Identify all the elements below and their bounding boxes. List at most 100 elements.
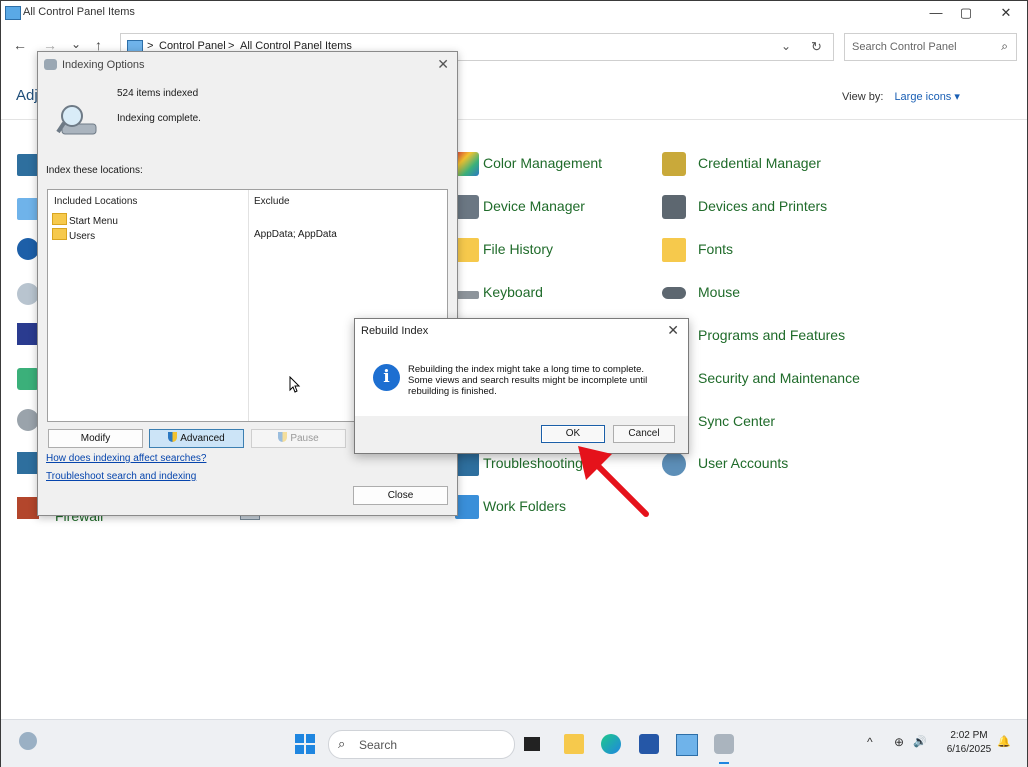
work-folders-icon — [455, 495, 479, 519]
firewall-icon[interactable] — [17, 497, 39, 519]
indexing-magnifier-icon — [56, 105, 97, 135]
cp-item-label: Security and Maintenance — [698, 370, 860, 386]
indexing-dialog-title: Indexing Options — [62, 59, 145, 71]
cp-item-label: Programs and Features — [698, 327, 846, 343]
pause-button[interactable]: Pause — [251, 429, 346, 448]
refresh-icon[interactable]: ↻ — [811, 39, 822, 55]
rebuild-message: Rebuilding the index might take a long t… — [408, 364, 648, 397]
maximize-button[interactable]: ▢ — [946, 3, 986, 23]
cp-item-label: Keyboard — [483, 284, 543, 300]
cp-item-mouse[interactable]: Mouse — [662, 279, 882, 307]
search-box[interactable]: Search Control Panel ⌕ — [844, 33, 1017, 61]
cp-item-sync-center[interactable]: Sync Center — [662, 408, 882, 436]
devices-printers-icon — [662, 195, 686, 219]
cp-item-programs-features[interactable]: Programs and Features — [662, 322, 882, 350]
cp-item-label: Credential Manager — [698, 155, 821, 171]
modify-button[interactable]: Modify — [48, 429, 143, 448]
red-arrow-annotation — [578, 446, 649, 517]
cp-item-label: Color Management — [483, 155, 603, 171]
taskbar-search[interactable]: ⌕ Search — [328, 730, 515, 759]
rebuild-index-dialog: Rebuild Index ✕ i Rebuilding the index m… — [354, 318, 689, 454]
clock-time: 2:02 PM — [950, 730, 988, 741]
store-icon[interactable] — [639, 734, 659, 754]
credential-manager-icon — [662, 152, 686, 176]
volume-icon[interactable]: 🔊 — [913, 735, 927, 748]
info-icon: i — [373, 364, 400, 391]
cp-item-credential-manager[interactable]: Credential Manager — [662, 150, 882, 178]
cp-item-fonts[interactable]: Fonts — [662, 236, 882, 264]
cp-item-label: User Accounts — [698, 455, 789, 471]
left-column-icon[interactable] — [17, 409, 39, 431]
cp-item-keyboard[interactable]: Keyboard — [455, 279, 655, 307]
troubleshoot-link[interactable]: Troubleshoot search and indexing — [46, 471, 196, 482]
close-window-button[interactable]: ✕ — [986, 3, 1026, 23]
view-by-dropdown[interactable]: Large icons ▾ — [894, 91, 959, 103]
indexing-taskbar-icon[interactable] — [714, 734, 734, 754]
cp-item-user-accounts[interactable]: User Accounts — [662, 450, 882, 478]
start-icon[interactable] — [295, 734, 315, 754]
back-button[interactable]: ← — [13, 37, 27, 53]
control-panel-taskbar-icon[interactable] — [676, 734, 698, 756]
cp-item-label: Sync Center — [698, 413, 776, 429]
search-placeholder: Search Control Panel — [852, 41, 957, 53]
location-row[interactable]: Start Menu — [52, 213, 118, 227]
edge-icon[interactable] — [601, 734, 621, 754]
file-explorer-icon[interactable] — [564, 734, 584, 754]
troubleshooting-icon — [455, 452, 479, 476]
how-indexing-link[interactable]: How does indexing affect searches? — [46, 453, 206, 464]
task-view-icon[interactable] — [524, 737, 540, 751]
indexing-dialog-close-button[interactable]: ✕ — [437, 56, 449, 73]
location-row[interactable]: Users — [52, 228, 95, 242]
file-history-icon — [455, 238, 479, 262]
cp-item-device-manager[interactable]: Device Manager — [455, 193, 655, 221]
mouse-icon — [662, 287, 686, 299]
col-included-header[interactable]: Included Locations — [54, 196, 137, 207]
color-management-icon — [455, 152, 479, 176]
address-dropdown-icon[interactable]: ⌄ — [781, 39, 791, 53]
taskbar: ⌕ Search ^ ⊕ 🔊 2:02 PM 6/16/2025 🔔 — [1, 719, 1027, 767]
taskbar-search-placeholder: Search — [359, 738, 398, 752]
widgets-icon[interactable] — [19, 732, 37, 750]
rebuild-dialog-title: Rebuild Index — [361, 325, 429, 337]
location-name: Start Menu — [69, 216, 118, 227]
clock[interactable]: 2:02 PM 6/16/2025 — [945, 729, 993, 757]
folder-icon — [52, 213, 67, 225]
advanced-label: Advanced — [180, 433, 225, 444]
cp-item-label: Work Folders — [483, 498, 566, 514]
cp-item-file-history[interactable]: File History — [455, 236, 655, 264]
left-column-icon[interactable] — [17, 452, 39, 474]
search-icon: ⌕ — [338, 736, 346, 751]
left-column-icon[interactable] — [17, 154, 39, 176]
left-column-icon[interactable] — [17, 198, 39, 220]
left-column-icon[interactable] — [17, 238, 39, 260]
cp-item-label: Device Manager — [483, 198, 585, 214]
control-panel-icon — [5, 6, 21, 20]
tray-chevron-icon[interactable]: ^ — [867, 735, 873, 749]
rebuild-dialog-close-button[interactable]: ✕ — [667, 322, 679, 339]
left-column-icon[interactable] — [17, 323, 39, 345]
folder-icon — [52, 228, 67, 240]
device-manager-icon — [455, 195, 479, 219]
clock-date: 6/16/2025 — [946, 744, 992, 755]
recent-locations-button[interactable]: ⌄ — [71, 37, 81, 51]
left-column-icon[interactable] — [17, 283, 39, 305]
cp-item-security-maintenance[interactable]: Security and Maintenance — [662, 365, 882, 393]
network-icon[interactable]: ⊕ — [894, 735, 904, 749]
notification-bell-icon[interactable]: 🔔 — [997, 735, 1011, 748]
cp-item-devices-printers[interactable]: Devices and Printers — [662, 193, 882, 221]
left-column-icon[interactable] — [17, 368, 39, 390]
search-icon[interactable]: ⌕ — [1001, 39, 1008, 54]
location-name: Users — [69, 231, 96, 242]
cp-item-label: File History — [483, 241, 554, 257]
mouse-cursor — [289, 376, 301, 393]
index-locations-label: Index these locations: — [46, 165, 143, 176]
shield-icon — [168, 432, 178, 442]
advanced-button[interactable]: Advanced — [149, 429, 244, 448]
col-exclude-header[interactable]: Exclude — [254, 196, 290, 207]
user-accounts-icon — [662, 452, 686, 476]
cp-item-label: Fonts — [698, 241, 734, 257]
page-heading: Adj — [16, 87, 38, 104]
close-button[interactable]: Close — [353, 486, 448, 505]
cp-item-color-management[interactable]: Color Management — [455, 150, 655, 178]
items-indexed-count: 524 items indexed — [117, 88, 199, 99]
